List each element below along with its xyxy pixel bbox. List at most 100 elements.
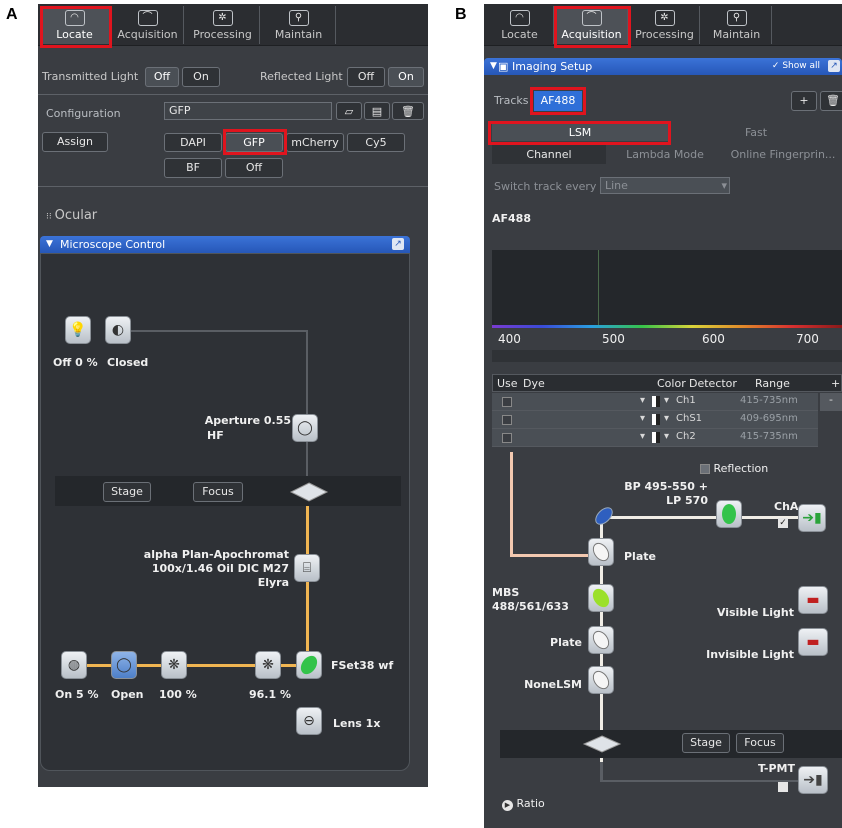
lsm-mode-button[interactable]: LSM — [492, 124, 668, 141]
transmitted-on-button[interactable]: On — [182, 67, 220, 87]
tpmt-checkbox[interactable] — [778, 782, 788, 792]
filter-cy5-button[interactable]: Cy5 — [347, 133, 405, 152]
tube-lens-icon[interactable]: ⊖ — [296, 707, 322, 735]
microscope-control-header[interactable]: ▼ Microscope Control ↗ — [40, 236, 410, 253]
filter-bf-button[interactable]: BF — [164, 158, 222, 178]
tab-maintain[interactable]: ⚲ Maintain — [262, 6, 336, 44]
attenuator-icon[interactable]: ❋ — [161, 651, 187, 679]
divider — [38, 186, 428, 187]
lambda-mode-tab[interactable]: Lambda Mode — [608, 145, 722, 164]
color-swatch[interactable] — [652, 414, 660, 425]
reflected-on-button[interactable]: On — [388, 67, 424, 87]
nonelsm-icon[interactable] — [588, 666, 614, 694]
emission-filter-icon[interactable] — [716, 500, 742, 528]
filter-off-button[interactable]: Off — [225, 158, 283, 178]
dye-dropdown-icon[interactable]: ▾ — [640, 413, 645, 424]
plate-label: Plate — [624, 550, 656, 563]
acquisition-panel: ◠ Locate ⌒ Acquisition ✲ Processing ⚲ Mainta… — [484, 4, 842, 828]
reflected-off-button[interactable]: Off — [347, 67, 385, 87]
channel-a-detector-icon[interactable]: ➔▮ — [798, 504, 826, 532]
focus-button[interactable]: Focus — [193, 482, 243, 502]
tab-processing[interactable]: ✲ Processing — [186, 6, 260, 44]
add-row-button[interactable]: + — [831, 377, 840, 390]
focus-button[interactable]: Focus — [736, 733, 784, 753]
detector-dropdown-icon[interactable]: ▾ — [664, 395, 669, 406]
delete-config-button[interactable]: 🗑 — [392, 102, 424, 120]
detector-dropdown-icon[interactable]: ▾ — [664, 431, 669, 442]
beam-pink-vertical — [510, 452, 513, 556]
expand-icon: ▶ — [502, 800, 513, 811]
plus-icon: + — [799, 94, 809, 107]
condenser-icon[interactable]: ◐ — [105, 316, 131, 344]
range-value[interactable]: 415-735nm — [740, 395, 798, 406]
spectrum-scrollbar[interactable] — [492, 350, 842, 362]
imaging-setup-header[interactable]: ▼ ▣ Imaging Setup ✓ Show all ↗ — [484, 58, 842, 75]
ocular-section[interactable]: ⁝⁝ Ocular — [46, 208, 97, 223]
visible-laser-icon[interactable]: ▬ — [798, 586, 828, 614]
fset-icon[interactable] — [296, 651, 322, 679]
invisible-laser-icon[interactable]: ▬ — [798, 628, 828, 656]
table-row[interactable]: ▾ ▾ ChS1 409-695nm — [492, 411, 818, 429]
fast-mode-button[interactable]: Fast — [670, 124, 842, 141]
mbs-icon[interactable] — [588, 584, 614, 612]
tab-acquisition[interactable]: ⌒ Acquisition — [112, 6, 184, 44]
lamp-icon[interactable]: 💡 — [65, 316, 91, 344]
assign-button[interactable]: Assign — [42, 132, 108, 152]
tab-processing[interactable]: ✲ Processing — [630, 6, 700, 44]
configuration-input[interactable]: GFP — [164, 102, 332, 120]
stage-button[interactable]: Stage — [682, 733, 730, 753]
tpmt-detector-icon[interactable]: ➔▮ — [798, 766, 828, 794]
popout-icon[interactable]: ↗ — [828, 60, 840, 72]
show-all-toggle[interactable]: ✓ Show all — [772, 58, 820, 75]
stage-button[interactable]: Stage — [103, 482, 151, 502]
color-swatch[interactable] — [652, 396, 660, 407]
filter-gfp-button[interactable]: GFP — [225, 133, 283, 152]
remove-row-button[interactable]: - — [820, 393, 842, 411]
tab-locate[interactable]: ◠ Locate — [40, 6, 110, 44]
aperture-icon[interactable]: ◯ — [292, 414, 318, 442]
table-row[interactable]: ▾ ▾ Ch2 415-735nm — [492, 429, 818, 447]
tab-locate[interactable]: ◠ Locate — [486, 6, 554, 44]
channel-mode-tab[interactable]: Channel — [492, 145, 606, 164]
add-track-button[interactable]: + — [791, 91, 817, 111]
save-config-button[interactable]: ▤ — [364, 102, 390, 120]
filter-wheel-icon[interactable]: ❋ — [255, 651, 281, 679]
detector-dropdown-icon[interactable]: ▾ — [664, 413, 669, 424]
ratio-section[interactable]: ▶ Ratio — [502, 797, 545, 811]
stage-icon[interactable] — [582, 734, 622, 754]
use-checkbox[interactable] — [502, 397, 512, 407]
online-fingerprinting-tab[interactable]: Online Fingerprin... — [724, 145, 842, 164]
track-af488[interactable]: AF488 — [534, 91, 582, 111]
dye-dropdown-icon[interactable]: ▾ — [640, 395, 645, 406]
plate-secondary-icon[interactable] — [588, 626, 614, 654]
reflection-checkbox[interactable] — [700, 464, 710, 474]
save-icon: ▤ — [371, 105, 383, 118]
plate-icon[interactable] — [588, 538, 614, 566]
open-config-button[interactable]: ▱ — [336, 102, 362, 120]
stage-icon[interactable] — [289, 481, 329, 503]
channel-a-checkbox[interactable]: ✓ — [778, 518, 788, 528]
drag-handle-icon: ⁝⁝ — [46, 212, 55, 222]
transmitted-off-button[interactable]: Off — [145, 67, 179, 87]
range-value[interactable]: 409-695nm — [740, 413, 798, 424]
panel-label-b: B — [455, 6, 467, 23]
main-dichroic-icon[interactable] — [592, 504, 616, 528]
use-checkbox[interactable] — [502, 433, 512, 443]
dye-dropdown-icon[interactable]: ▾ — [640, 431, 645, 442]
use-checkbox[interactable] — [502, 415, 512, 425]
tab-maintain[interactable]: ⚲ Maintain — [702, 6, 772, 44]
objective-icon[interactable]: ⌸ — [294, 554, 320, 582]
switch-track-select[interactable]: Line ▾ — [600, 177, 730, 194]
popout-icon[interactable]: ↗ — [392, 238, 404, 250]
filter-dapi-button[interactable]: DAPI — [164, 133, 222, 152]
shutter-icon[interactable]: ◍ — [61, 651, 87, 679]
table-row[interactable]: ▾ ▾ Ch1 415-735nm — [492, 393, 818, 411]
tab-acquisition[interactable]: ⌒ Acquisition — [556, 6, 628, 44]
filter-mcherry-button[interactable]: mCherry — [286, 133, 344, 152]
trash-icon: 🗑 — [401, 105, 415, 118]
field-stop-icon[interactable]: ◯ — [111, 651, 137, 679]
range-value[interactable]: 415-735nm — [740, 431, 798, 442]
reflection-option[interactable]: Reflection — [700, 462, 768, 475]
delete-track-button[interactable]: 🗑 — [820, 91, 842, 111]
color-swatch[interactable] — [652, 432, 660, 443]
